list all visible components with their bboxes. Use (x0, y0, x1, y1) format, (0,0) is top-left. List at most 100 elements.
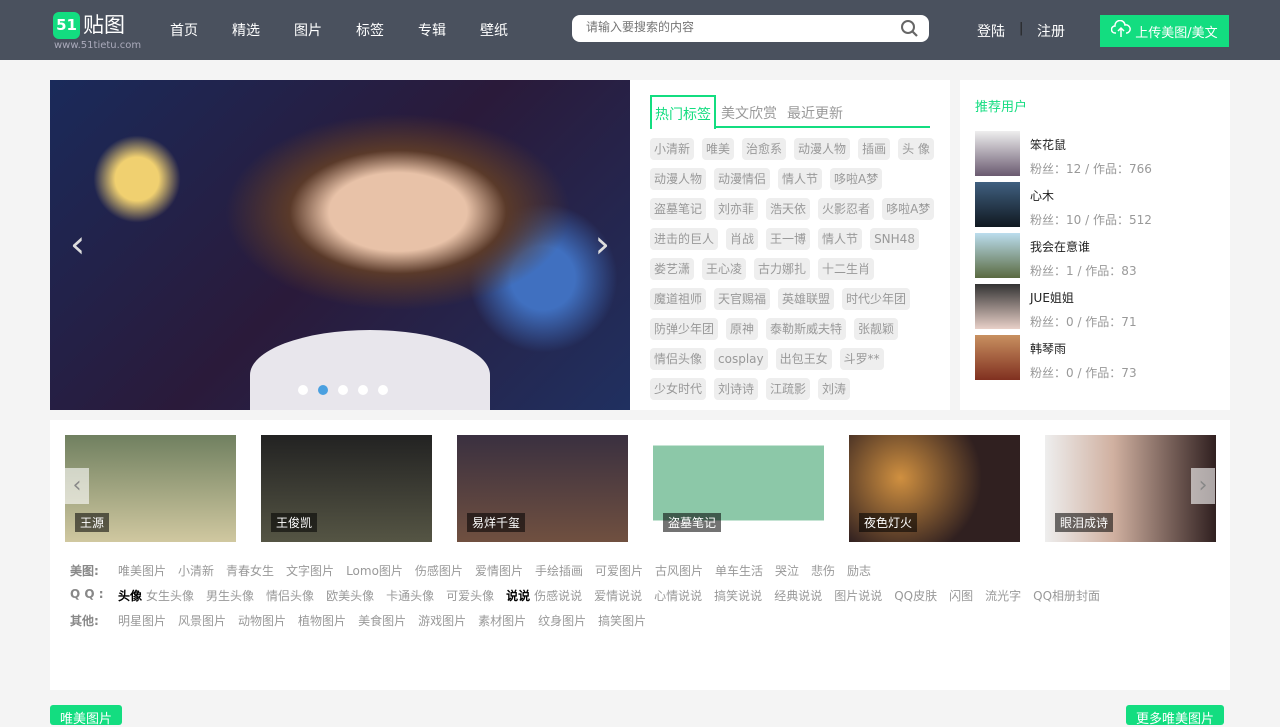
tag-chip[interactable]: 刘诗诗 (714, 378, 759, 400)
user-item[interactable]: 笨花鼠 粉丝：12 / 作品：766 (975, 131, 1215, 176)
slider-dot[interactable] (298, 385, 308, 395)
user-item[interactable]: 心木 粉丝：10 / 作品：512 (975, 182, 1215, 227)
category-link[interactable]: 图片说说 (834, 587, 882, 604)
tag-chip[interactable]: 进击的巨人 (650, 228, 719, 250)
tab-recent[interactable]: 最近更新 (782, 95, 848, 128)
category-link[interactable]: 青春女生 (226, 562, 274, 579)
nav-home[interactable]: 首页 (153, 20, 215, 40)
category-link[interactable]: 说说 (506, 587, 530, 604)
tag-chip[interactable]: 防弹少年团 (650, 318, 719, 340)
tag-chip[interactable]: 情侣头像 (650, 348, 707, 370)
tag-chip[interactable]: 盗墓笔记 (650, 198, 707, 220)
category-link[interactable]: 可爱头像 (446, 587, 494, 604)
tag-chip[interactable]: 头 像 (898, 138, 934, 160)
nav-featured[interactable]: 精选 (215, 20, 277, 40)
category-link[interactable]: 爱情说说 (594, 587, 642, 604)
user-name[interactable]: 韩琴雨 (1030, 340, 1066, 357)
category-link[interactable]: 古风图片 (655, 562, 703, 579)
category-link[interactable]: 明星图片 (118, 612, 166, 629)
more-button[interactable]: 更多唯美图片 (1126, 705, 1225, 727)
thumbnail[interactable]: 王源 (65, 435, 236, 542)
user-name[interactable]: JUE姐姐 (1030, 289, 1074, 306)
category-link[interactable]: 风景图片 (178, 612, 226, 629)
user-item[interactable]: 韩琴雨 粉丝：0 / 作品：73 (975, 335, 1215, 380)
tag-chip[interactable]: 少女时代 (650, 378, 707, 400)
slider-dot[interactable] (358, 385, 368, 395)
category-link[interactable]: 爱情图片 (475, 562, 523, 579)
category-link[interactable]: 美食图片 (358, 612, 406, 629)
tag-chip[interactable]: 火影忍者 (818, 198, 875, 220)
slider-dot[interactable] (378, 385, 388, 395)
category-link[interactable]: 单车生活 (715, 562, 763, 579)
category-link[interactable]: 心情说说 (654, 587, 702, 604)
tag-chip[interactable]: 小清新 (650, 138, 695, 160)
avatar[interactable] (975, 131, 1020, 176)
tag-chip[interactable]: 刘涛 (818, 378, 851, 400)
tag-chip[interactable]: 原神 (726, 318, 759, 340)
category-link[interactable]: 励志 (847, 562, 871, 579)
strip-next-icon[interactable]: › (1191, 468, 1215, 504)
user-item[interactable]: 我会在意谁 粉丝：1 / 作品：83 (975, 233, 1215, 278)
tag-chip[interactable]: 刘亦菲 (714, 198, 759, 220)
hero-slider[interactable]: ‹ › (50, 80, 630, 410)
avatar[interactable] (975, 182, 1020, 227)
tag-chip[interactable]: 天官赐福 (714, 288, 771, 310)
tab-articles[interactable]: 美文欣赏 (716, 95, 782, 128)
tag-chip[interactable]: 张靓颖 (854, 318, 899, 340)
strip-prev-icon[interactable]: ‹ (65, 468, 89, 504)
tag-chip[interactable]: 动漫情侣 (714, 168, 771, 190)
slider-next-icon[interactable]: › (595, 225, 610, 263)
category-link[interactable]: 哭泣 (775, 562, 799, 579)
category-link[interactable]: 手绘插画 (535, 562, 583, 579)
slider-dot-active[interactable] (318, 385, 328, 395)
tag-chip[interactable]: 古力娜扎 (754, 258, 811, 280)
category-link[interactable]: 卡通头像 (386, 587, 434, 604)
user-item[interactable]: JUE姐姐 粉丝：0 / 作品：71 (975, 284, 1215, 329)
tag-chip[interactable]: 哆啦A梦 (882, 198, 935, 220)
category-link[interactable]: 动物图片 (238, 612, 286, 629)
category-link[interactable]: 伤感说说 (534, 587, 582, 604)
login-link[interactable]: 登陆 (977, 21, 1005, 41)
category-link[interactable]: 欧美头像 (326, 587, 374, 604)
tab-hot-tags[interactable]: 热门标签 (650, 95, 716, 129)
section-title-button[interactable]: 唯美图片 (50, 705, 123, 727)
tag-chip[interactable]: 动漫人物 (794, 138, 851, 160)
category-link[interactable]: 文字图片 (286, 562, 334, 579)
nav-albums[interactable]: 专辑 (401, 20, 463, 40)
tag-chip[interactable]: 哆啦A梦 (830, 168, 883, 190)
register-link[interactable]: 注册 (1037, 21, 1065, 41)
category-link[interactable]: 经典说说 (774, 587, 822, 604)
slider-dot[interactable] (338, 385, 348, 395)
upload-button[interactable]: 上传美图/美文 (1100, 15, 1229, 47)
tag-chip[interactable]: 十二生肖 (818, 258, 875, 280)
tag-chip[interactable]: 唯美 (702, 138, 735, 160)
thumbnail[interactable]: 夜色灯火 (849, 435, 1020, 542)
category-link[interactable]: 头像 (118, 587, 142, 604)
category-link[interactable]: 植物图片 (298, 612, 346, 629)
user-name[interactable]: 我会在意谁 (1030, 238, 1090, 255)
category-link[interactable]: 可爱图片 (595, 562, 643, 579)
search-icon[interactable] (900, 19, 919, 42)
tag-chip[interactable]: 动漫人物 (650, 168, 707, 190)
category-link[interactable]: 悲伤 (811, 562, 835, 579)
category-link[interactable]: 纹身图片 (538, 612, 586, 629)
category-link[interactable]: 男生头像 (206, 587, 254, 604)
nav-tags[interactable]: 标签 (339, 20, 401, 40)
tag-chip[interactable]: 时代少年团 (842, 288, 911, 310)
avatar[interactable] (975, 233, 1020, 278)
tag-chip[interactable]: 王一博 (766, 228, 811, 250)
thumbnail[interactable]: 王俊凯 (261, 435, 432, 542)
category-link[interactable]: Lomo图片 (346, 562, 403, 579)
category-link[interactable]: 流光字 (985, 587, 1021, 604)
category-link[interactable]: 搞笑图片 (598, 612, 646, 629)
tag-chip[interactable]: 浩天依 (766, 198, 811, 220)
user-name[interactable]: 心木 (1030, 187, 1054, 204)
category-link[interactable]: 女生头像 (146, 587, 194, 604)
nav-wallpaper[interactable]: 壁纸 (463, 20, 525, 40)
tag-chip[interactable]: 情人节 (818, 228, 863, 250)
tag-chip[interactable]: 泰勒斯威夫特 (766, 318, 847, 340)
tag-chip[interactable]: 肖战 (726, 228, 759, 250)
tag-chip[interactable]: 斗罗** (839, 348, 884, 370)
category-link[interactable]: 闪图 (949, 587, 973, 604)
thumbnail[interactable]: 盗墓笔记 (653, 435, 824, 542)
